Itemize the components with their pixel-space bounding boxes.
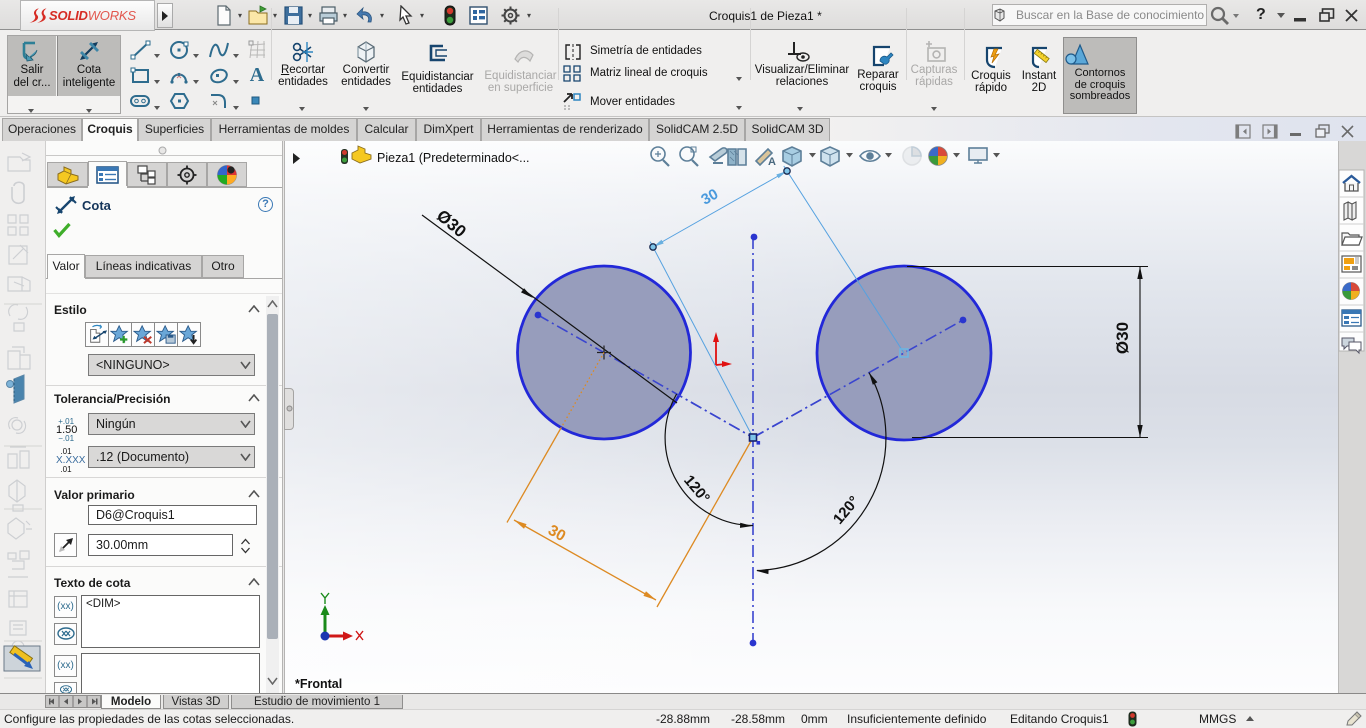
svg-text:120°: 120° (680, 472, 713, 507)
svg-text:A: A (768, 156, 776, 168)
svg-text:30: 30 (698, 186, 721, 209)
svg-text:120°: 120° (830, 493, 863, 528)
svg-text:Ø30: Ø30 (433, 206, 470, 241)
svg-text:Pieza1 (Predeterminado<...: Pieza1 (Predeterminado<... (377, 151, 530, 165)
svg-text:Ø30: Ø30 (1113, 322, 1132, 354)
svg-text:*Frontal: *Frontal (295, 677, 342, 691)
svg-text:30: 30 (545, 522, 568, 545)
